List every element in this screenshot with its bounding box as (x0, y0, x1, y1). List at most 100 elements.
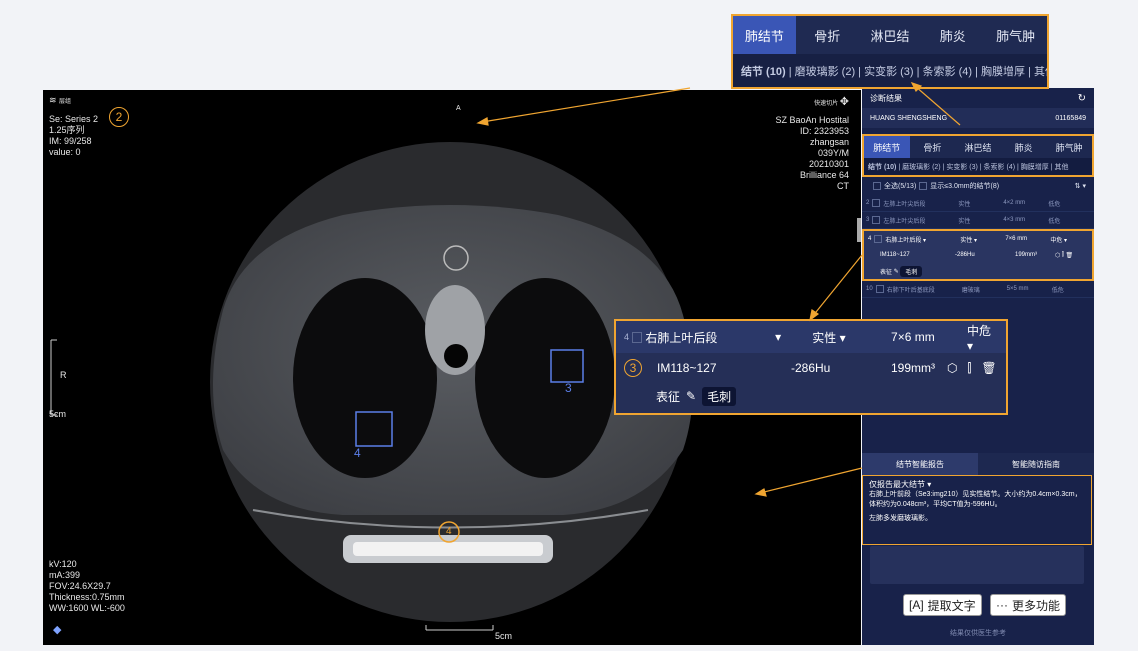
report-tab[interactable]: 结节智能报告 (862, 453, 978, 475)
panel-subtab-nodule[interactable]: 结节 (10) (868, 162, 896, 172)
panel-tab-fracture[interactable]: 骨折 (909, 136, 956, 158)
callout-subtab-rest[interactable]: | 磨玻璃影 (2) | 实变影 (3) | 条索影 (4) | 胸膜增厚 | … (789, 63, 1047, 79)
panel-patient-id: 01165849 (1055, 114, 1086, 122)
nodule-row[interactable]: 2 左肺上叶尖后段 实性 4×2 mm 低危 (862, 195, 1094, 212)
row-checkbox[interactable] (872, 199, 881, 207)
panel-tab-lymph[interactable]: 淋巴结 (955, 136, 1001, 158)
crosshair-icon: ✥ (839, 96, 849, 108)
panel-subtab-rest[interactable]: | 磨玻璃影 (2) | 实变影 (3) | 条索影 (4) | 胸膜增厚 | … (898, 162, 1068, 172)
scale-left-label: 5cm (49, 409, 67, 419)
select-all-label: 全选(5/13) (884, 183, 917, 190)
show-small-checkbox[interactable] (919, 182, 928, 190)
zoom-row-detail: 3 IM118~127 -286Hu 199mm³ ⬡ ⫿ 🗑 (616, 353, 1006, 383)
zoom-delete-icon[interactable]: 🗑 (981, 361, 996, 375)
selected-nodule[interactable]: 4 右肺上叶后段 ▾ 实性 ▾ 7×6 mm 中危 ▾ IM118~127 -2… (862, 229, 1094, 281)
row-location: 右肺下叶后基底段 (886, 287, 935, 294)
tool-icon[interactable]: ◆ (53, 625, 61, 636)
report-tabs: 结节智能报告 智能随访指南 (862, 453, 1094, 475)
panel-footer: 结果仅供医生参考 (950, 630, 1006, 637)
callout-tab-lymph[interactable]: 淋巴结 (859, 16, 922, 54)
nodule-label-3: 3 (565, 381, 572, 395)
fov-line: FOV:24.6X29.7 (49, 581, 111, 591)
more-functions-button[interactable]: ··· 更多功能 (990, 594, 1067, 616)
callout-tab-pneumonia[interactable]: 肺炎 (921, 16, 984, 54)
report-text-2: 左肺多发磨玻璃影。 (869, 515, 932, 522)
row-size: 5×5 mm (1006, 286, 1029, 292)
zoom-hu: -286Hu (791, 361, 831, 375)
patient-id: ID: 2323953 (799, 126, 849, 136)
row-risk: 低危 (1048, 218, 1061, 225)
row-checkbox[interactable] (872, 216, 881, 224)
delete-icon[interactable]: 🗑 (1066, 252, 1074, 259)
series-seq-line: 1.25序列 (49, 125, 85, 135)
filter-bar: 全选(5/13) 显示≤3.0mm的结节(8) ⇅ ▾ (862, 177, 1094, 195)
followup-tab[interactable]: 智能随访指南 (978, 453, 1094, 475)
study-date: 20210301 (808, 159, 849, 169)
compare-icon[interactable]: ⫿ (1062, 252, 1064, 259)
row-num: 4 (868, 236, 872, 242)
sort-icon[interactable]: ⇅ ▾ (1075, 182, 1086, 190)
callout-tab-fracture[interactable]: 骨折 (796, 16, 859, 54)
zoom-edit-icon[interactable]: ✎ (686, 389, 696, 403)
zoom-location-caret[interactable]: ▾ (775, 330, 812, 344)
extract-text-button[interactable]: [A] 提取文字 (903, 594, 982, 616)
select-all-checkbox[interactable] (873, 182, 881, 190)
show-small-label: 显示≤3.0mm的结节(8) (930, 183, 1000, 190)
extract-label: 提取文字 (927, 598, 976, 613)
callout-tab-nodule[interactable]: 肺结节 (733, 16, 796, 54)
left-lung (475, 278, 615, 478)
zoom-row-header[interactable]: 4 右肺上叶后段 ▾ 实性 ▾ 7×6 mm 中危 ▾ (616, 321, 1006, 353)
nodule-row[interactable]: 3 左肺上叶尖后段 实性 4×3 mm 低危 (862, 212, 1094, 229)
kv-line: kV:120 (49, 559, 77, 569)
row-risk: 低危 (1048, 201, 1061, 208)
viewer-scrollbar[interactable] (857, 218, 861, 242)
zoom-checkbox[interactable] (632, 331, 643, 343)
zoom-row-signs: 表征 ✎ 毛刺 (616, 383, 1006, 409)
zoom-im: IM118~127 (657, 361, 717, 375)
zoom-sign-label: 表征 (656, 389, 681, 404)
zoom-risk-select[interactable]: 中危 ▾ (967, 322, 998, 353)
nodule-zoom-callout: 4 右肺上叶后段 ▾ 实性 ▾ 7×6 mm 中危 ▾ 3 IM118~127 … (614, 319, 1008, 415)
panel-subtabs[interactable]: 结节 (10) | 磨玻璃影 (2) | 实变影 (3) | 条索影 (4) |… (864, 158, 1092, 175)
zoom-cube-icon[interactable]: ⬡ (947, 361, 957, 375)
callout-subtabs[interactable]: 结节 (10) | 磨玻璃影 (2) | 实变影 (3) | 条索影 (4) |… (733, 54, 1047, 87)
zoom-location: 右肺上叶后段 (645, 330, 718, 345)
sel-hu: -286Hu (955, 252, 975, 258)
sign-tag[interactable]: 毛刺 (900, 265, 923, 277)
row-type-select[interactable]: 实性 ▾ (960, 235, 1005, 244)
zoom-sign-tag[interactable]: 毛刺 (702, 386, 737, 406)
cube-icon[interactable]: ⬡ (1055, 252, 1060, 259)
row-location: 右肺上叶后段 (885, 237, 922, 244)
report-only-select[interactable]: 仅报告最大结节 ▾ (869, 480, 1085, 490)
panel-tab-emphysema[interactable]: 肺气肿 (1046, 136, 1092, 158)
row-type: 实性 (960, 237, 973, 244)
scale-bottom-label: 5cm (495, 631, 513, 641)
edit-icon[interactable]: ✎ (894, 268, 899, 275)
panel-tab-nodule[interactable]: 肺结节 (864, 136, 910, 158)
sel-im: IM118~127 (880, 252, 910, 258)
refresh-icon[interactable]: ↻ (1078, 93, 1086, 104)
row-checkbox[interactable] (875, 285, 884, 293)
nodule-row[interactable]: 10 右肺下叶后基底段 磨玻璃 5×5 mm 低危 (862, 281, 1094, 298)
row-risk-select[interactable]: 中危 ▾ (1050, 235, 1067, 244)
report-box[interactable]: 仅报告最大结节 ▾ 右肺上叶前段（Se3:img210）见实性结节。大小约为0.… (862, 475, 1092, 545)
layer-label: 层组 (59, 99, 72, 105)
row-type: 磨玻璃 (961, 287, 980, 294)
quick-slice-control[interactable]: 快速切片 ✥ (814, 97, 849, 110)
zoom-risk: 中危 (967, 323, 992, 338)
row-risk: 低危 (1051, 287, 1064, 294)
report-text: 右肺上叶前段（Se3:img210）见实性结节。大小约为0.4cm×0.3cm，… (869, 491, 1082, 508)
row-location-select[interactable]: 右肺上叶后段 ▾ (885, 235, 960, 244)
selected-row[interactable]: 4 右肺上叶后段 ▾ 实性 ▾ 7×6 mm 中危 ▾ (864, 231, 1092, 247)
zoom-type-select[interactable]: 实性 ▾ (812, 329, 891, 346)
panel-tab-pneumonia[interactable]: 肺炎 (1000, 136, 1047, 158)
series-line: Se: Series 2 (49, 114, 99, 124)
layers-icon[interactable]: ≋ 层组 (49, 95, 71, 108)
row-size: 4×2 mm (1003, 200, 1026, 206)
image-index-line: IM: 99/258 (49, 136, 92, 146)
callout-tab-emphysema[interactable]: 肺气肿 (984, 16, 1047, 54)
callout-subtab-nodule[interactable]: 结节 (10) (741, 63, 786, 79)
zoom-compare-icon[interactable]: ⫿ (967, 361, 971, 376)
row-checkbox[interactable] (874, 235, 883, 243)
ct-table-pad (353, 542, 543, 556)
